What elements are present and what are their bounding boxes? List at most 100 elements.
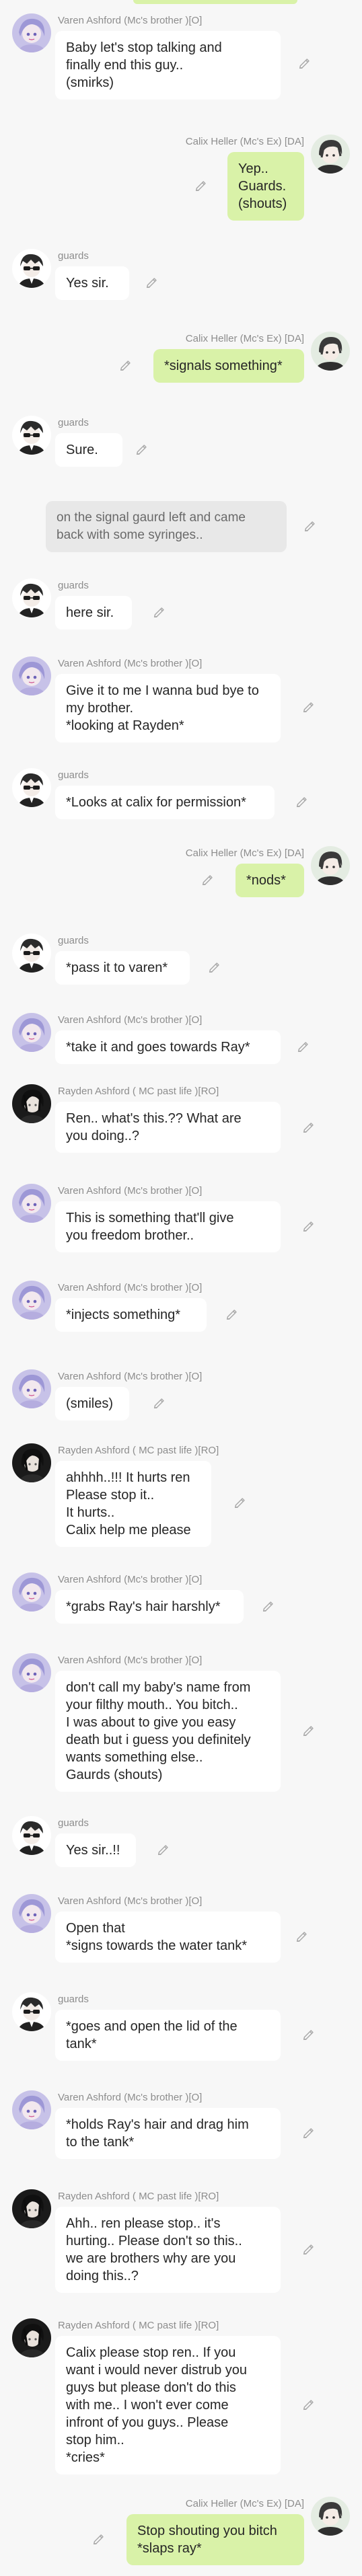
- message-bubble[interactable]: *injects something*: [55, 1298, 207, 1332]
- pencil-icon[interactable]: [92, 2532, 106, 2546]
- message-bubble[interactable]: Yep.. Guards. (shouts): [227, 152, 304, 221]
- sender-name: Varen Ashford (Mc's brother )[O]: [58, 2092, 203, 2103]
- rayden-avatar[interactable]: [12, 2189, 51, 2228]
- message-bubble[interactable]: *grabs Ray's hair harshly*: [55, 1590, 244, 1624]
- sender-name: Rayden Ashford ( MC past life )[RO]: [58, 1445, 219, 1456]
- chat-message: guards *pass it to varen*: [0, 934, 362, 995]
- guard-avatar[interactable]: [12, 578, 51, 617]
- guard-avatar[interactable]: [12, 768, 51, 807]
- sender-name: Varen Ashford (Mc's brother )[O]: [58, 1371, 203, 1382]
- pencil-icon[interactable]: [135, 442, 149, 457]
- sender-name: Rayden Ashford ( MC past life )[RO]: [58, 1086, 219, 1097]
- pencil-icon[interactable]: [301, 2027, 316, 2042]
- message-bubble[interactable]: here sir.: [55, 596, 132, 630]
- message-bubble[interactable]: ahhhh..!!! It hurts ren Please stop it..…: [55, 1461, 211, 1547]
- pencil-icon[interactable]: [301, 2242, 316, 2257]
- varen-avatar[interactable]: [12, 1653, 51, 1692]
- chat-message: Calix Heller (Mc's Ex) [DA] Yep.. Guards.…: [0, 135, 362, 231]
- message-bubble[interactable]: This is something that'll give you freed…: [55, 1201, 281, 1252]
- varen-avatar[interactable]: [12, 1013, 51, 1052]
- sender-name: guards: [58, 580, 89, 591]
- chat-message: Varen Ashford (Mc's brother )[O] (smiles): [0, 1369, 362, 1431]
- chat-message: Varen Ashford (Mc's brother )[O] Baby let…: [0, 13, 362, 108]
- sender-name: Rayden Ashford ( MC past life )[RO]: [58, 2191, 219, 2202]
- message-bubble[interactable]: *Looks at calix for permission*: [55, 786, 275, 819]
- message-bubble[interactable]: *take it and goes towards Ray*: [55, 1030, 281, 1064]
- varen-avatar[interactable]: [12, 1369, 51, 1408]
- pencil-icon[interactable]: [225, 1307, 240, 1322]
- guard-avatar[interactable]: [12, 1816, 51, 1855]
- chat-message: guards Yes sir.: [0, 249, 362, 311]
- pencil-icon[interactable]: [145, 275, 159, 290]
- pencil-icon[interactable]: [301, 1120, 316, 1135]
- pencil-icon[interactable]: [152, 605, 167, 619]
- chat-message: Rayden Ashford ( MC past life )[RO] Calix…: [0, 2318, 362, 2485]
- chat-message: Varen Ashford (Mc's brother )[O] This is …: [0, 1184, 362, 1263]
- chat-message: Varen Ashford (Mc's brother )[O] *injects…: [0, 1281, 362, 1342]
- chat-message: guards here sir.: [0, 578, 362, 640]
- pencil-icon[interactable]: [194, 178, 209, 193]
- calix-avatar[interactable]: [311, 135, 350, 174]
- pencil-icon[interactable]: [301, 2125, 316, 2140]
- message-bubble[interactable]: *signals something*: [153, 349, 304, 383]
- guard-avatar[interactable]: [12, 249, 51, 288]
- pencil-icon[interactable]: [301, 1219, 316, 1234]
- calix-avatar[interactable]: [311, 2497, 350, 2536]
- message-bubble[interactable]: Yes sir..!!: [55, 1833, 136, 1867]
- message-bubble[interactable]: Stop shouting you bitch *slaps ray*: [126, 2514, 304, 2565]
- pencil-icon[interactable]: [295, 794, 310, 809]
- message-bubble[interactable]: don't call my baby's name from your filt…: [55, 1671, 281, 1792]
- pencil-icon[interactable]: [152, 1396, 167, 1410]
- varen-avatar[interactable]: [12, 1573, 51, 1612]
- pencil-icon[interactable]: [261, 1599, 276, 1614]
- message-bubble[interactable]: Sure.: [55, 433, 122, 467]
- chat-message: Rayden Ashford ( MC past life )[RO] ahhhh…: [0, 1443, 362, 1556]
- pencil-icon[interactable]: [301, 699, 316, 714]
- rayden-avatar[interactable]: [12, 1443, 51, 1482]
- varen-avatar[interactable]: [12, 1184, 51, 1223]
- narration-bubble[interactable]: on the signal gaurd left and came back w…: [46, 501, 287, 552]
- previous-message-bubble-edge: [133, 0, 297, 4]
- calix-avatar[interactable]: [311, 846, 350, 885]
- pencil-icon[interactable]: [233, 1495, 248, 1510]
- message-bubble[interactable]: *pass it to varen*: [55, 951, 190, 985]
- varen-avatar[interactable]: [12, 13, 51, 52]
- message-bubble[interactable]: Baby let's stop talking and finally end …: [55, 31, 281, 100]
- pencil-icon[interactable]: [297, 56, 312, 71]
- message-bubble[interactable]: Ren.. what's this.?? What are you doing.…: [55, 1102, 281, 1153]
- pencil-icon[interactable]: [201, 872, 215, 887]
- rayden-avatar[interactable]: [12, 1084, 51, 1123]
- message-bubble[interactable]: Calix please stop ren.. If you want i wo…: [55, 2336, 281, 2474]
- pencil-icon[interactable]: [156, 1842, 171, 1857]
- pencil-icon[interactable]: [207, 960, 222, 975]
- sender-name: Varen Ashford (Mc's brother )[O]: [58, 1655, 203, 1666]
- message-bubble[interactable]: Open that *signs towards the water tank*: [55, 1911, 281, 1963]
- pencil-icon[interactable]: [301, 1723, 316, 1738]
- rayden-avatar[interactable]: [12, 2318, 51, 2357]
- guard-avatar[interactable]: [12, 416, 51, 455]
- pencil-icon[interactable]: [295, 1929, 310, 1944]
- guard-avatar[interactable]: [12, 934, 51, 973]
- message-bubble[interactable]: *nods*: [236, 864, 304, 897]
- guard-avatar[interactable]: [12, 1992, 51, 2031]
- pencil-icon[interactable]: [301, 2397, 316, 2412]
- chat-message: Calix Heller (Mc's Ex) [DA] *nods*: [0, 846, 362, 908]
- pencil-icon[interactable]: [118, 358, 133, 373]
- calix-avatar[interactable]: [311, 332, 350, 371]
- chat-message: Varen Ashford (Mc's brother )[O] don't ca…: [0, 1653, 362, 1803]
- sender-name: Varen Ashford (Mc's brother )[O]: [58, 1895, 203, 1907]
- varen-avatar[interactable]: [12, 1281, 51, 1320]
- pencil-icon[interactable]: [303, 519, 318, 533]
- message-bubble[interactable]: Yes sir.: [55, 266, 129, 300]
- varen-avatar[interactable]: [12, 1894, 51, 1933]
- chat-message: Varen Ashford (Mc's brother )[O] *grabs R…: [0, 1573, 362, 1634]
- message-bubble[interactable]: *goes and open the lid of the tank*: [55, 2010, 281, 2061]
- message-bubble[interactable]: Give it to me I wanna bud bye to my brot…: [55, 674, 281, 743]
- message-bubble[interactable]: (smiles): [55, 1387, 129, 1420]
- varen-avatar[interactable]: [12, 656, 51, 695]
- chat-message: Rayden Ashford ( MC past life )[RO] Ren..…: [0, 1084, 362, 1165]
- message-bubble[interactable]: *holds Ray's hair and drag him to the ta…: [55, 2108, 281, 2159]
- pencil-icon[interactable]: [296, 1039, 311, 1054]
- message-bubble[interactable]: Ahh.. ren please stop.. it's hurting.. P…: [55, 2207, 281, 2293]
- varen-avatar[interactable]: [12, 2090, 51, 2129]
